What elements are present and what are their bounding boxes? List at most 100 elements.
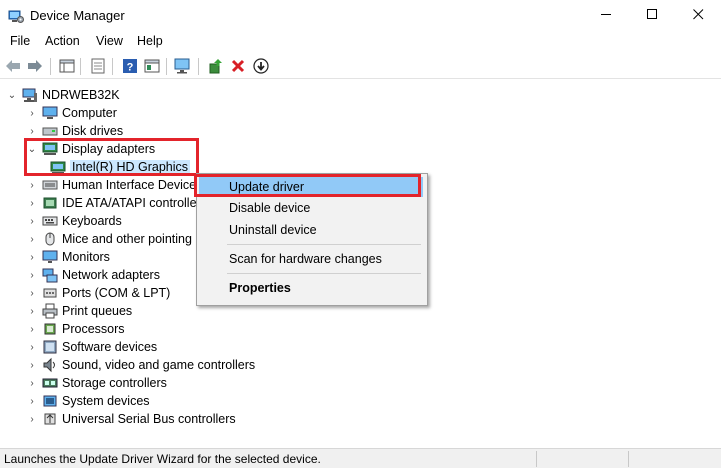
help-icon[interactable]: ? [121,57,139,75]
chevron-right-icon[interactable]: › [26,284,38,302]
sound-icon [42,357,58,373]
tree-item-computer[interactable]: › Computer [26,104,117,122]
svg-text:?: ? [127,62,134,74]
context-menu-disable-device[interactable]: Disable device [199,198,423,218]
view-icon[interactable] [143,57,161,75]
tree-item-print-queues[interactable]: › Print queues [26,302,132,320]
chevron-right-icon[interactable]: › [26,410,38,428]
properties-icon[interactable] [89,57,107,75]
tree-item-label: Keyboards [62,214,122,228]
tree-item-label: Processors [62,322,125,336]
update-driver-icon[interactable] [206,57,224,75]
tree-item-label: Ports (COM & LPT) [62,286,171,300]
context-menu-scan-hardware[interactable]: Scan for hardware changes [199,249,423,269]
chevron-right-icon[interactable]: › [26,212,38,230]
chevron-right-icon[interactable]: › [26,194,38,212]
menu-action[interactable]: Action [45,34,80,48]
toolbar-separator [50,58,51,75]
tree-item-label: Monitors [62,250,110,264]
uninstall-icon[interactable] [229,57,247,75]
chevron-right-icon[interactable]: › [26,374,38,392]
disk-drive-icon [42,123,58,139]
context-menu-uninstall-device[interactable]: Uninstall device [199,220,423,240]
tree-item-software-devices[interactable]: › Software devices [26,338,157,356]
toolbar-separator [166,58,167,75]
tree-item-label: Print queues [62,304,133,318]
chevron-right-icon[interactable]: › [26,248,38,266]
status-divider [628,451,629,467]
status-bar: Launches the Update Driver Wizard for th… [0,448,721,468]
monitor-icon [42,249,58,265]
storage-controller-icon [42,375,58,391]
tree-item-processors[interactable]: › Processors [26,320,125,338]
chevron-right-icon[interactable]: › [26,356,38,374]
tree-item-label: Network adapters [62,268,160,282]
forward-icon[interactable] [26,57,44,75]
maximize-button[interactable] [629,0,675,32]
tree-item-label: Mice and other pointing [62,232,192,246]
status-divider [536,451,537,467]
tree-item-hid[interactable]: › Human Interface Device [26,176,196,194]
close-button[interactable] [675,0,721,32]
menu-help[interactable]: Help [137,34,163,48]
chevron-right-icon[interactable]: › [26,392,38,410]
hid-icon [42,177,58,193]
tree-item-mice[interactable]: › Mice and other pointing [26,230,192,248]
close-icon [692,9,704,23]
printer-icon [42,303,58,319]
chevron-right-icon[interactable]: › [26,320,38,338]
tree-item-usb[interactable]: › Universal Serial Bus controllers [26,410,236,428]
status-text: Launches the Update Driver Wizard for th… [4,452,321,466]
chevron-down-icon[interactable]: ⌄ [6,86,18,104]
menu-file[interactable]: File [10,34,30,48]
device-manager-app-icon [8,8,24,24]
title-bar: Device Manager [0,0,721,32]
chevron-right-icon[interactable]: › [26,176,38,194]
processor-icon [42,321,58,337]
mouse-icon [42,231,58,247]
tree-item-label: Universal Serial Bus controllers [62,412,236,426]
computer-root-icon [22,87,38,103]
tree-item-ports[interactable]: › Ports (COM & LPT) [26,284,170,302]
tree-item-storage-controllers[interactable]: › Storage controllers [26,374,167,392]
scan-hardware-icon[interactable] [174,57,192,75]
tree-item-network-adapters[interactable]: › Network adapters [26,266,160,284]
chevron-right-icon[interactable]: › [26,338,38,356]
tree-item-monitors[interactable]: › Monitors [26,248,110,266]
minimize-button[interactable] [583,0,629,32]
back-icon[interactable] [4,57,22,75]
tree-item-keyboards[interactable]: › Keyboards [26,212,122,230]
show-hide-console-tree-icon[interactable] [58,57,76,75]
computer-icon [42,105,58,121]
menu-bar: File Action View Help [0,32,721,52]
tree-item-label: Disk drives [62,124,124,138]
update-driver-highlight-box [194,174,421,197]
menu-view[interactable]: View [96,34,123,48]
tree-root-row[interactable]: ⌄ NDRWEB32K [6,86,120,104]
tree-item-system-devices[interactable]: › System devices [26,392,149,410]
toolbar: ? [0,54,721,79]
tree-item-ide[interactable]: › IDE ATA/ATAPI controller [26,194,200,212]
tree-item-sound[interactable]: › Sound, video and game controllers [26,356,255,374]
chevron-right-icon[interactable]: › [26,302,38,320]
chevron-right-icon[interactable]: › [26,230,38,248]
tree-item-label: Sound, video and game controllers [62,358,256,372]
toolbar-separator [80,58,81,75]
ide-controller-icon [42,195,58,211]
context-menu-properties[interactable]: Properties [199,278,423,298]
context-menu-separator [227,273,421,274]
tree-item-label: Storage controllers [62,376,167,390]
display-adapters-highlight-box [24,138,199,176]
tree-item-label: Software devices [62,340,158,354]
context-menu-separator [227,244,421,245]
toolbar-separator [112,58,113,75]
tree-root-label: NDRWEB32K [42,88,120,102]
chevron-right-icon[interactable]: › [26,104,38,122]
disable-icon[interactable] [252,57,270,75]
chevron-right-icon[interactable]: › [26,266,38,284]
network-adapter-icon [42,267,58,283]
device-manager-window: Device Manager File Action View Help ? ⌄… [0,0,721,468]
maximize-icon [646,9,658,23]
tree-item-label: Human Interface Device [62,178,197,192]
tree-item-label: Computer [62,106,117,120]
